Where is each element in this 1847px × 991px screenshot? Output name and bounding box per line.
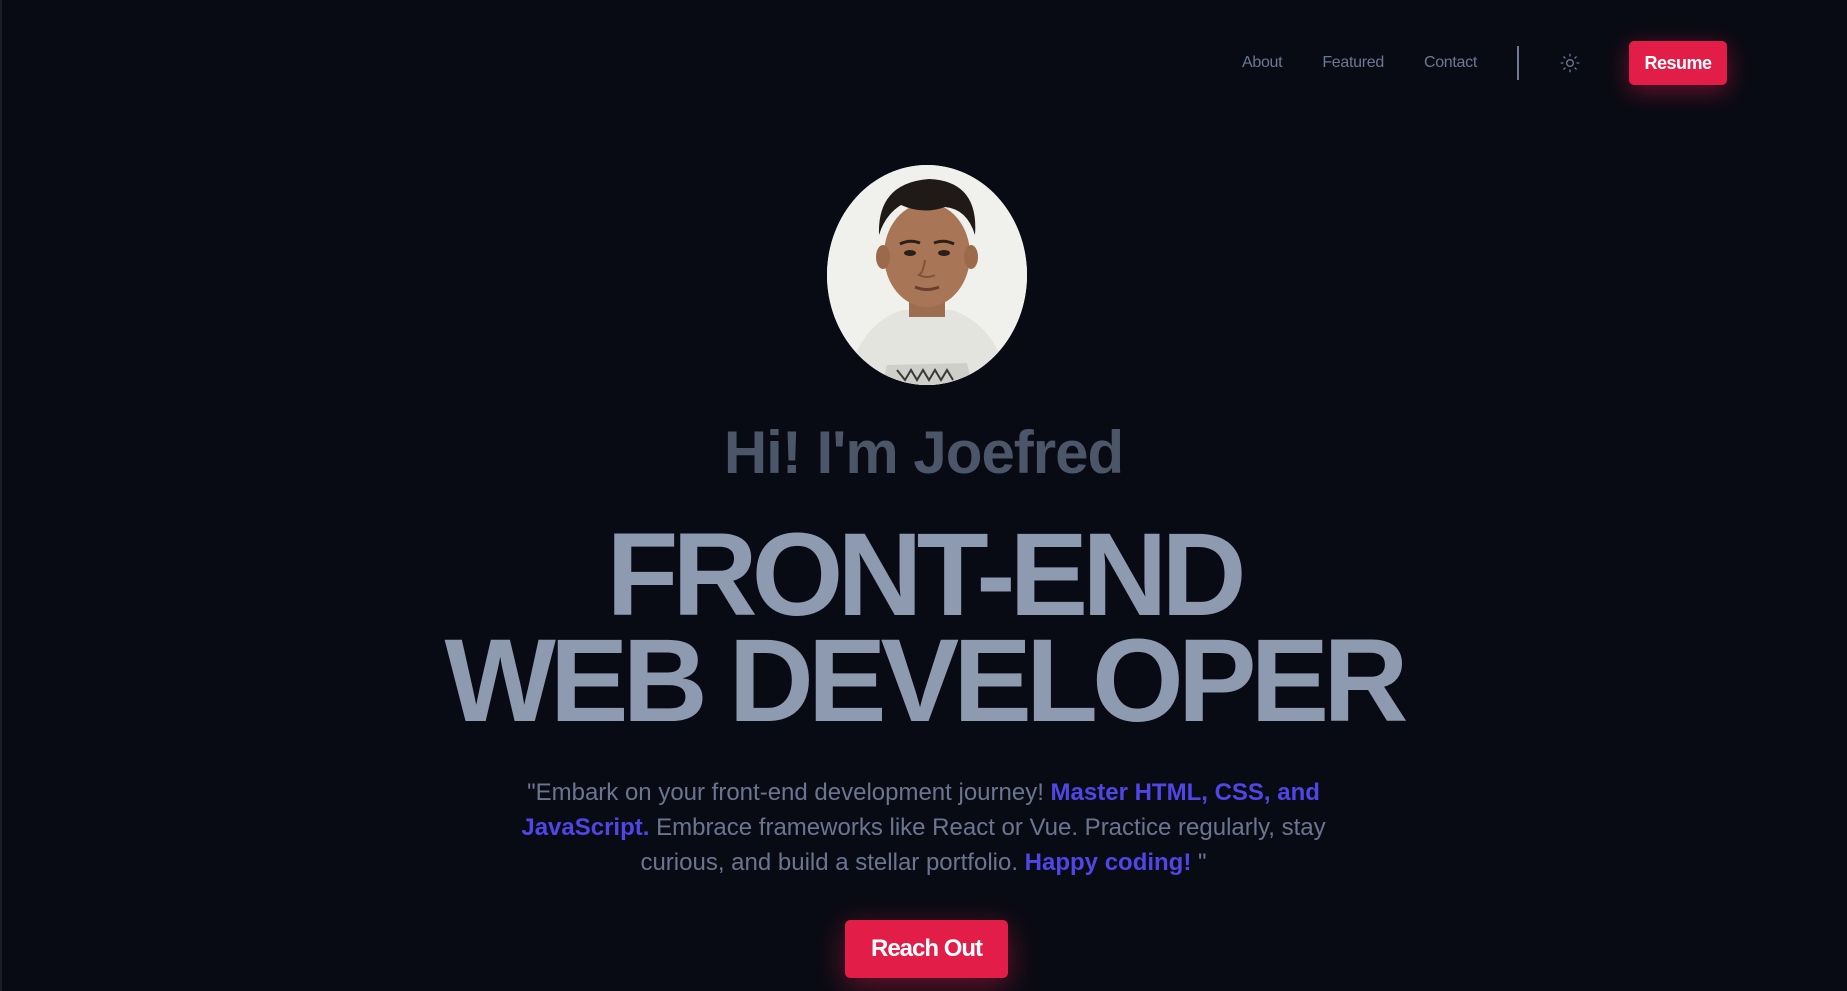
hero-greeting: Hi! I'm Joefred	[723, 419, 1124, 486]
hero-title: FRONT-END WEB DEVELOPER	[0, 516, 1847, 740]
quote-text-3: "	[1191, 849, 1207, 876]
quote-text-1: "Embark on your front-end development jo…	[527, 779, 1051, 806]
quote-text-2: Embrace frameworks like React or Vue. Pr…	[640, 814, 1326, 876]
nav-link-featured[interactable]: Featured	[1322, 54, 1384, 72]
quote-highlight-2: Happy coding!	[1024, 849, 1192, 876]
sun-icon	[1560, 53, 1580, 73]
hero-title-line2: WEB DEVELOPER	[444, 615, 1409, 747]
top-nav: About Featured Contact Resume	[1242, 38, 1727, 88]
resume-button[interactable]: Resume	[1629, 41, 1727, 85]
nav-divider	[1517, 46, 1519, 80]
profile-photo	[827, 165, 1027, 385]
profile-avatar	[827, 165, 1027, 385]
window-left-border	[0, 0, 2, 991]
reach-out-button[interactable]: Reach Out	[845, 920, 1008, 978]
nav-link-contact[interactable]: Contact	[1424, 54, 1477, 72]
theme-toggle-button[interactable]	[1557, 50, 1583, 76]
nav-link-about[interactable]: About	[1242, 54, 1283, 72]
hero-quote: "Embark on your front-end development jo…	[495, 775, 1352, 880]
